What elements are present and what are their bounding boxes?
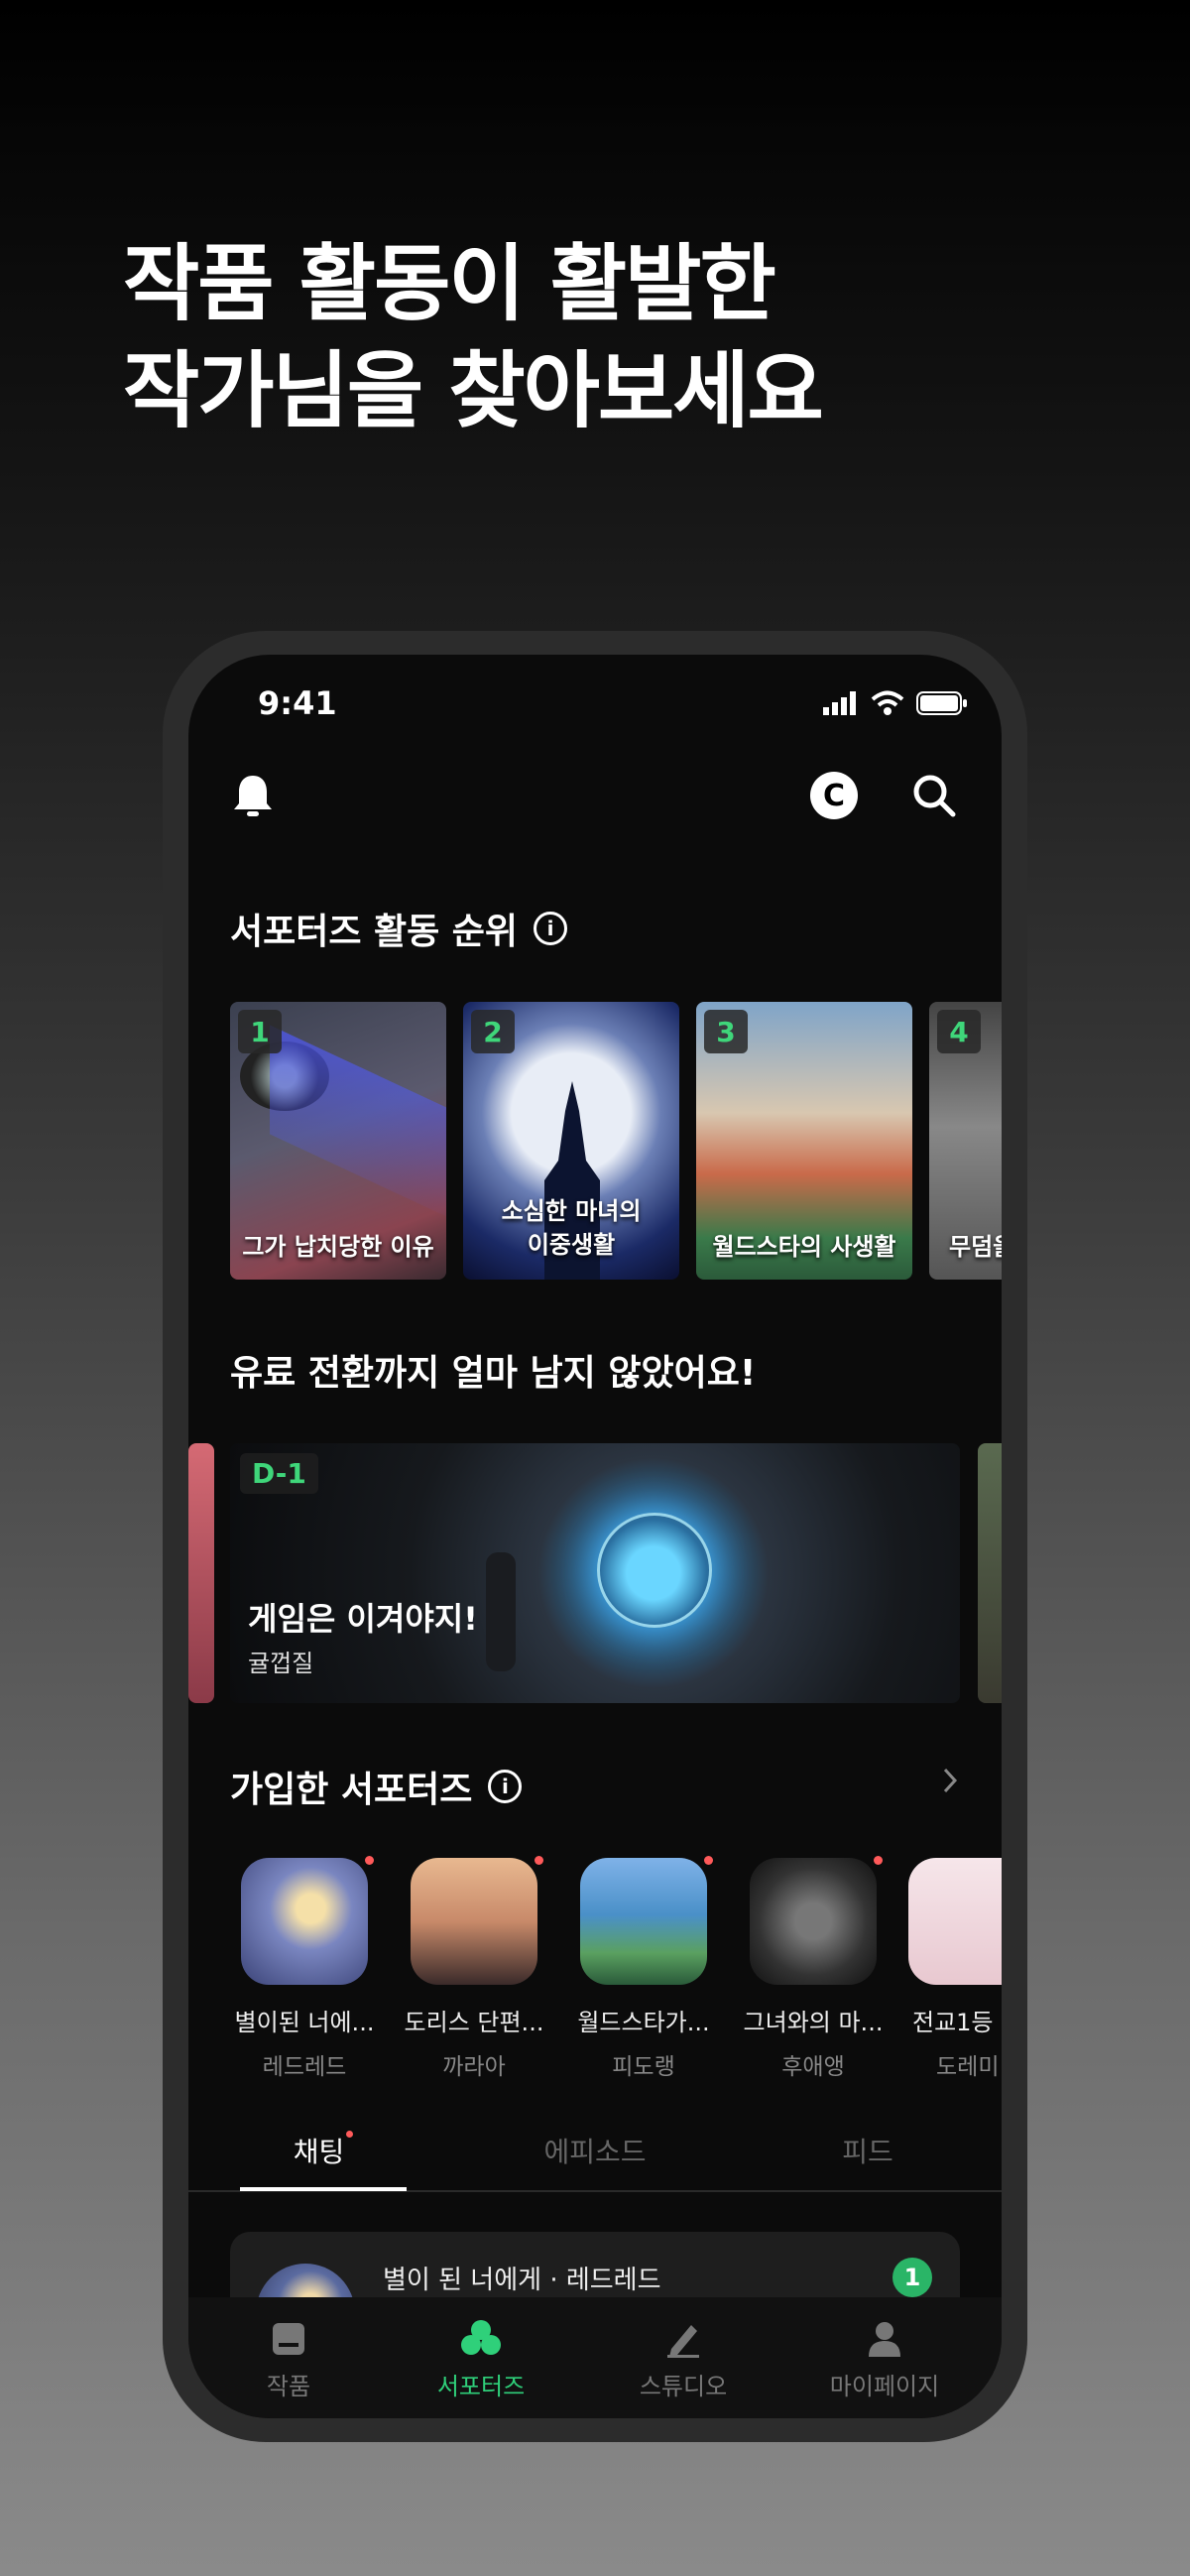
supporter-item[interactable]: 그녀와의 마... 후애앵 xyxy=(739,1856,888,2081)
rank-badge: 4 xyxy=(937,1010,981,1053)
person-icon xyxy=(861,2315,908,2363)
rank-title: 그가 납치당한 이유 xyxy=(242,1233,434,1261)
rank-card[interactable]: 1 그가 납치당한 이유 xyxy=(230,1002,446,1280)
figure-art xyxy=(486,1552,516,1671)
new-dot xyxy=(535,1856,543,1865)
clover-icon xyxy=(457,2315,505,2363)
banner-prev[interactable] xyxy=(188,1443,214,1703)
nav-mypage-label: 마이페이지 xyxy=(829,2373,940,2400)
supporter-author: 피도랭 xyxy=(612,2054,675,2080)
dday-badge: D-1 xyxy=(240,1453,318,1494)
bell-icon[interactable] xyxy=(230,772,276,823)
nav-studio-label: 스튜디오 xyxy=(639,2373,728,2400)
rank-card[interactable]: 3 월드스타의 사생활 xyxy=(696,1002,912,1280)
tab-chat[interactable]: 채팅 xyxy=(239,2131,408,2170)
tab-feed[interactable]: 피드 xyxy=(783,2131,952,2170)
nav-mypage[interactable]: 마이페이지 xyxy=(795,2315,974,2401)
conversion-section-title: 유료 전환까지 얼마 남지 않았어요! xyxy=(230,1353,757,1394)
supporter-item[interactable]: 별이된 너에... 레드레드 xyxy=(230,1856,379,2081)
supporter-thumb xyxy=(750,1856,883,1985)
pen-icon xyxy=(659,2315,707,2363)
status-time: 9:41 xyxy=(258,684,337,722)
rank-badge: 3 xyxy=(704,1010,748,1053)
coin-icon-label: C xyxy=(822,778,846,813)
headline-line-2: 작가님을 찾아보세요 xyxy=(123,342,824,439)
supporter-name: 도리스 단편... xyxy=(404,2009,544,2036)
joined-title-text: 가입한 서포터즈 xyxy=(230,1770,473,1810)
supporter-item[interactable]: 도리스 단편... 까라아 xyxy=(400,1856,548,2081)
new-dot xyxy=(346,2131,354,2138)
tab-active-indicator xyxy=(240,2187,407,2191)
unread-badge: 1 xyxy=(892,2258,932,2297)
new-dot xyxy=(874,1856,883,1865)
nav-works[interactable]: 작품 xyxy=(199,2315,378,2401)
supporter-author: 도레미 xyxy=(936,2054,1000,2080)
chat-title: 별이 된 너에게 · 레드레드 xyxy=(383,2266,661,2295)
new-dot xyxy=(365,1856,374,1865)
status-icons xyxy=(823,690,968,716)
chevron-right-icon[interactable] xyxy=(940,1766,960,1799)
rank-title: 무덤을 xyxy=(949,1233,1002,1261)
supporter-author: 레드레드 xyxy=(262,2054,347,2080)
nav-works-label: 작품 xyxy=(266,2373,311,2400)
supporter-name: 월드스타가... xyxy=(577,2009,710,2036)
headline-line-1: 작품 활동이 활발한 xyxy=(123,235,776,332)
supporter-thumb xyxy=(580,1856,713,1985)
phone-screen: 9:41 C 서포터즈 활동 순위 i 1 그가 납치당한 이유 2 소심한 마… xyxy=(188,655,1002,2418)
conversion-banner[interactable]: D-1 게임은 이겨야지! 귤껍질 xyxy=(230,1443,960,1703)
supporter-thumb xyxy=(908,1858,1002,1985)
supporter-item[interactable]: 월드스타가... 피도랭 xyxy=(569,1856,718,2081)
new-dot xyxy=(704,1856,713,1865)
supporter-name: 별이된 너에... xyxy=(234,2009,375,2036)
banner-title: 게임은 이겨야지! xyxy=(248,1600,478,1638)
banner-next[interactable] xyxy=(978,1443,1002,1703)
ranking-section-title: 서포터즈 활동 순위 i xyxy=(230,903,568,954)
rank-title: 소심한 마녀의 이중생활 xyxy=(501,1197,642,1259)
bottom-nav: 작품 서포터즈 스튜디오 마이페이지 xyxy=(188,2297,1002,2418)
banner-author: 귤껍질 xyxy=(248,1650,314,1677)
promo-headline: 작품 활동이 활발한 작가님을 찾아보세요 xyxy=(123,230,824,444)
info-icon[interactable]: i xyxy=(488,1770,523,1803)
orb-art xyxy=(597,1513,712,1628)
rank-badge: 2 xyxy=(471,1010,515,1053)
supporter-thumb xyxy=(241,1856,374,1985)
tab-episode[interactable]: 에피소드 xyxy=(511,2131,679,2170)
info-icon[interactable]: i xyxy=(534,912,568,945)
wifi-icon xyxy=(871,690,904,715)
rank-card[interactable]: 4 무덤을 xyxy=(929,1002,1002,1280)
joined-section-title: 가입한 서포터즈 i xyxy=(230,1761,523,1812)
rank-card[interactable]: 2 소심한 마녀의 이중생활 xyxy=(463,1002,679,1280)
supporter-thumb xyxy=(411,1856,543,1985)
nav-supporters-label: 서포터즈 xyxy=(436,2373,526,2400)
tab-chat-label: 채팅 xyxy=(293,2136,345,2168)
ranking-title-text: 서포터즈 활동 순위 xyxy=(230,912,519,952)
rank-title: 월드스타의 사생활 xyxy=(712,1233,896,1261)
signal-icon xyxy=(823,691,856,715)
coin-button[interactable]: C xyxy=(810,772,858,819)
rank-badge: 1 xyxy=(238,1010,282,1053)
supporter-item[interactable]: 전교1등 도레미 xyxy=(908,1858,1002,2081)
battery-icon xyxy=(916,691,967,715)
supporter-author: 까라아 xyxy=(442,2054,506,2080)
nav-supporters[interactable]: 서포터즈 xyxy=(392,2315,570,2401)
book-icon xyxy=(265,2315,312,2363)
search-icon[interactable] xyxy=(910,772,958,823)
supporter-name: 그녀와의 마... xyxy=(743,2009,884,2036)
supporter-name: 전교1등 xyxy=(912,2009,994,2036)
supporter-author: 후애앵 xyxy=(781,2054,845,2080)
nav-studio[interactable]: 스튜디오 xyxy=(594,2315,773,2401)
cover-art-beam xyxy=(270,1025,446,1227)
